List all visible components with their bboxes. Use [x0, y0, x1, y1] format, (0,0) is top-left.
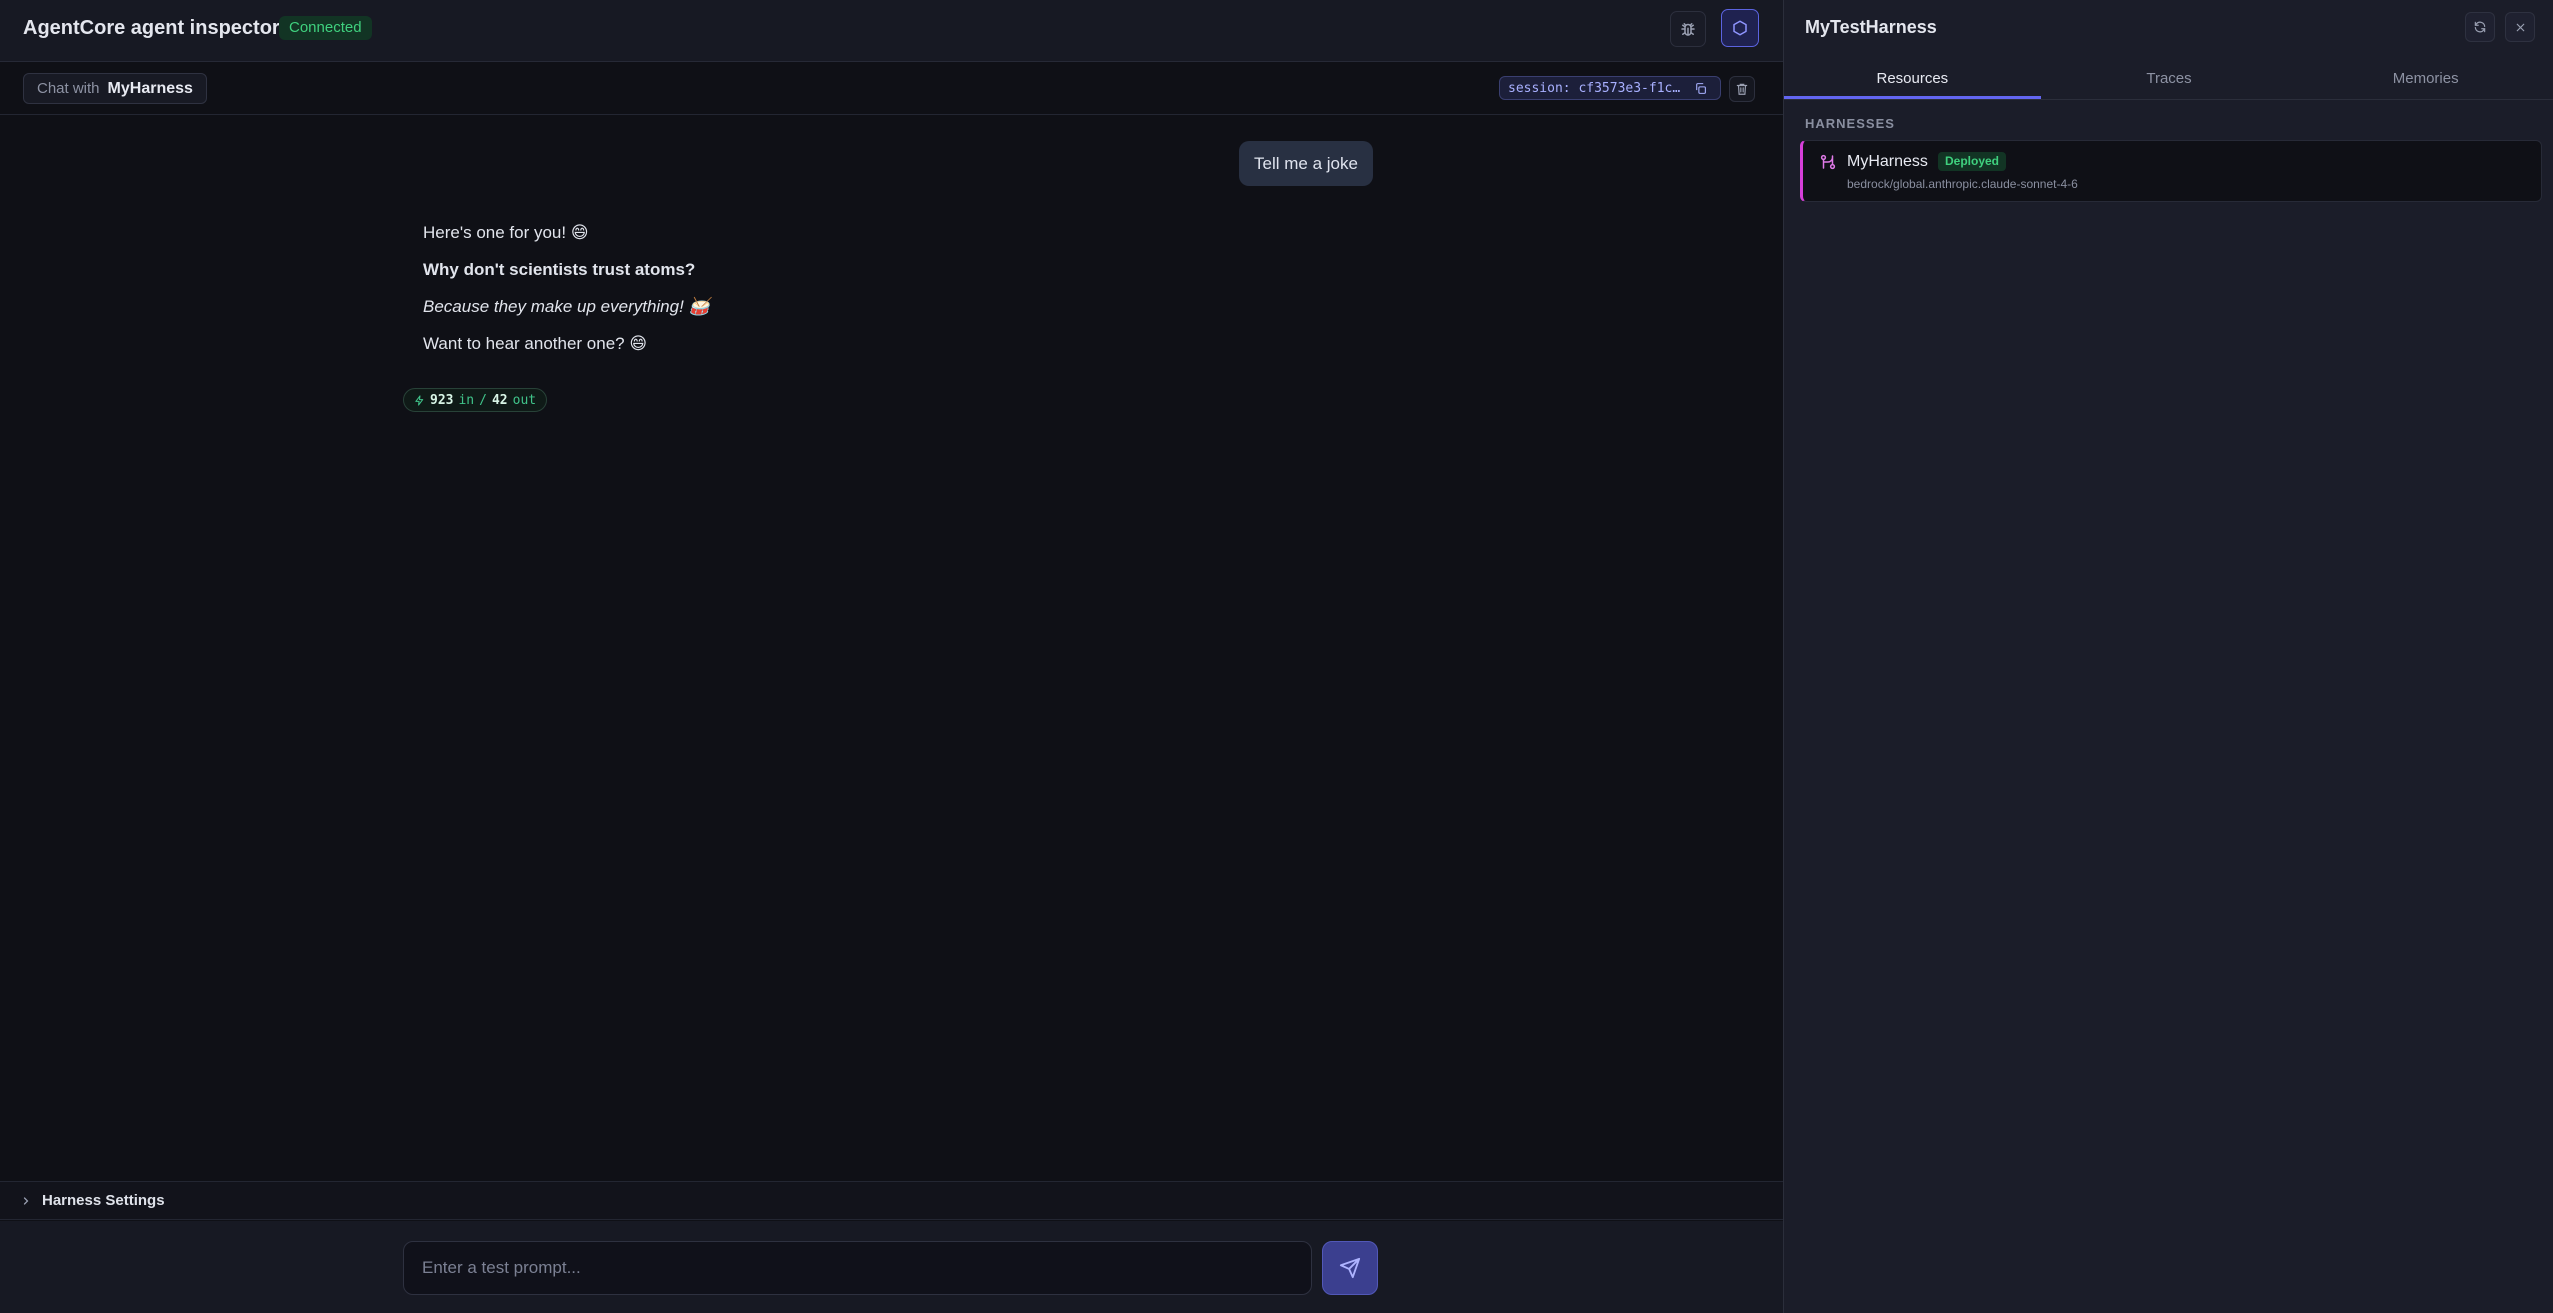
chat-with-label: Chat with: [37, 80, 100, 97]
tokens-in-value: 923: [430, 392, 454, 408]
tokens-out-value: 42: [491, 392, 508, 408]
chat-target-name: MyHarness: [107, 79, 193, 97]
assistant-line: Here's one for you! 😄: [423, 223, 589, 242]
close-panel-button[interactable]: [2505, 12, 2535, 42]
composer: [0, 1221, 1783, 1313]
deployed-badge: Deployed: [1938, 152, 2007, 171]
section-label: HARNESSES: [1805, 116, 1895, 131]
bug-icon: [1681, 23, 1695, 36]
harness-name: MyHarness: [1847, 153, 1928, 170]
send-icon: [1339, 1257, 1361, 1279]
session-id: session: cf3573e3-f1c…: [1508, 80, 1681, 96]
tokens-separator: /: [479, 392, 487, 408]
zap-icon: [415, 394, 424, 406]
prompt-input[interactable]: [403, 1241, 1312, 1295]
app: AgentCore agent inspector Connected Chat…: [0, 0, 2553, 1313]
refresh-icon: [2474, 21, 2486, 33]
hexagon-icon: [1733, 20, 1747, 36]
resources-panel: MyTestHarness Resources Traces Memories …: [1783, 0, 2553, 1313]
tokens-in-label: in: [458, 392, 475, 408]
connection-status-badge: Connected: [279, 16, 372, 40]
assistant-message: Here's one for you! 😄 Why don't scientis…: [423, 222, 923, 370]
close-icon: [2516, 23, 2524, 31]
resources-toggle-button[interactable]: [1721, 9, 1759, 47]
copy-icon[interactable]: [1694, 82, 1707, 95]
chat-pane: AgentCore agent inspector Connected Chat…: [0, 0, 1783, 1313]
app-title: AgentCore agent inspector: [23, 17, 280, 39]
assistant-line: Because they make up everything! 🥁: [423, 297, 710, 316]
tokens-out-label: out: [512, 392, 537, 408]
user-message: Tell me a joke: [1239, 141, 1373, 186]
harness-model: bedrock/global.anthropic.claude-sonnet-4…: [1847, 177, 2078, 191]
assistant-line: Want to hear another one? 😄: [423, 334, 648, 353]
trash-icon: [1736, 83, 1748, 95]
session-id-pill[interactable]: session: cf3573e3-f1c…: [1499, 76, 1721, 100]
top-bar: AgentCore agent inspector Connected: [0, 0, 1783, 62]
tab-traces[interactable]: Traces: [2041, 62, 2298, 99]
tab-resources[interactable]: Resources: [1784, 62, 2041, 99]
debug-button[interactable]: [1670, 11, 1706, 47]
tab-memories[interactable]: Memories: [2297, 62, 2553, 99]
panel-title: MyTestHarness: [1805, 17, 1937, 37]
chat-target[interactable]: Chat with MyHarness: [23, 73, 207, 104]
harness-settings-toggle[interactable]: Harness Settings: [0, 1181, 1783, 1220]
panel-header: MyTestHarness: [1784, 0, 2553, 55]
chat-subbar: Chat with MyHarness session: cf3573e3-f1…: [0, 62, 1783, 115]
clear-chat-button[interactable]: [1729, 76, 1755, 102]
chat-messages: Tell me a joke Here's one for you! 😄 Why…: [0, 116, 1783, 1181]
send-button[interactable]: [1322, 1241, 1378, 1295]
panel-tabs: Resources Traces Memories: [1784, 62, 2553, 100]
harness-settings-label: Harness Settings: [42, 1192, 165, 1209]
chevron-right-icon: [23, 1196, 29, 1205]
harness-icon: [1820, 154, 1836, 170]
harness-list-item[interactable]: MyHarness Deployed bedrock/global.anthro…: [1800, 140, 2542, 202]
assistant-line: Why don't scientists trust atoms?: [423, 260, 696, 279]
refresh-button[interactable]: [2465, 12, 2495, 42]
token-usage-badge: 923 in / 42 out: [403, 388, 548, 412]
